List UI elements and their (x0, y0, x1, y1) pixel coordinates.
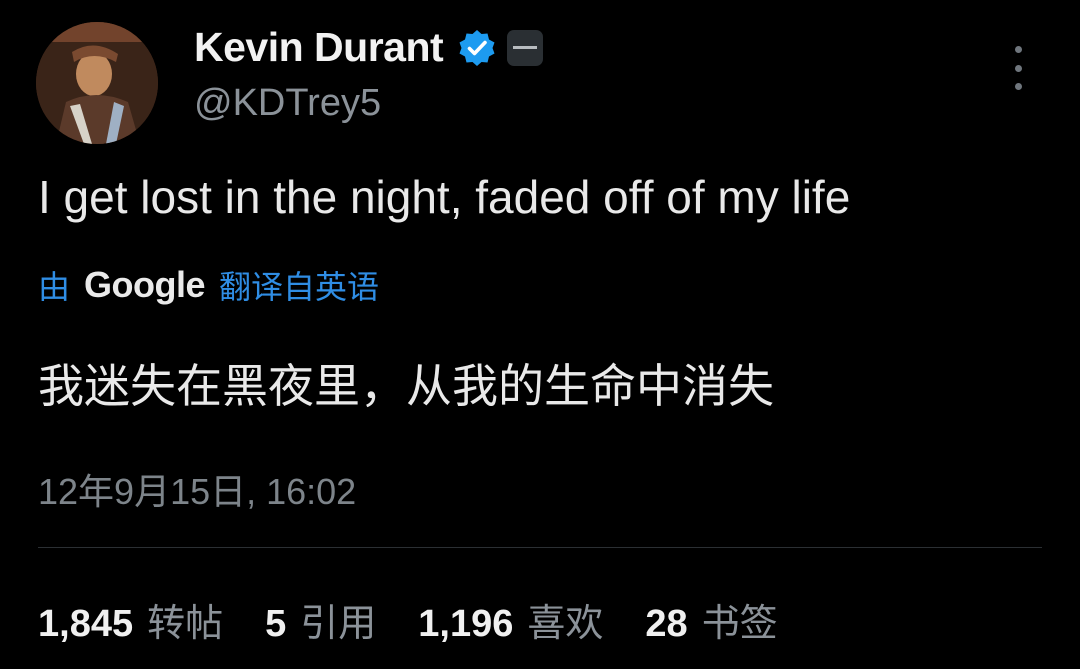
tweet-card: Kevin Durant @KDTrey5 I get lost in the … (0, 0, 1080, 669)
avatar-image (36, 22, 158, 144)
translation-attribution[interactable]: 由 Google 翻译自英语 (38, 262, 379, 308)
stat-label: 引用 (300, 603, 377, 645)
avatar[interactable] (36, 22, 158, 144)
tweet-text: I get lost in the night, faded off of my… (38, 171, 851, 223)
stat-count: 5 (265, 603, 287, 645)
engagement-stats: 1,845 转帖 5 引用 1,196 喜欢 28 书签 (38, 592, 820, 647)
stat-reposts[interactable]: 1,845 转帖 (38, 592, 223, 647)
stat-count: 1,845 (38, 603, 134, 645)
name-row: Kevin Durant (194, 24, 544, 71)
google-logo: Google (84, 264, 206, 305)
tweet-timestamp[interactable]: 12年9月15日, 16:02 (38, 463, 356, 515)
stat-count: 1,196 (418, 603, 514, 645)
translation-prefix: 由 (38, 269, 71, 305)
display-name[interactable]: Kevin Durant (194, 24, 444, 71)
stat-label: 转帖 (147, 603, 224, 645)
more-options-icon[interactable] (1004, 46, 1032, 90)
user-handle[interactable]: @KDTrey5 (194, 82, 381, 125)
stat-count: 28 (645, 603, 688, 645)
translation-source-label: 翻译自英语 (219, 269, 380, 305)
stat-label: 喜欢 (527, 603, 604, 645)
stat-label: 书签 (701, 603, 778, 645)
stat-quotes[interactable]: 5 引用 (265, 592, 376, 647)
translated-text: 我迷失在黑夜里，从我的生命中消失 (38, 360, 774, 412)
divider (38, 547, 1042, 548)
stat-bookmarks[interactable]: 28 书签 (645, 592, 777, 647)
stat-likes[interactable]: 1,196 喜欢 (418, 592, 603, 647)
verified-badge-icon (459, 29, 495, 66)
affiliate-badge-icon[interactable] (507, 29, 544, 66)
